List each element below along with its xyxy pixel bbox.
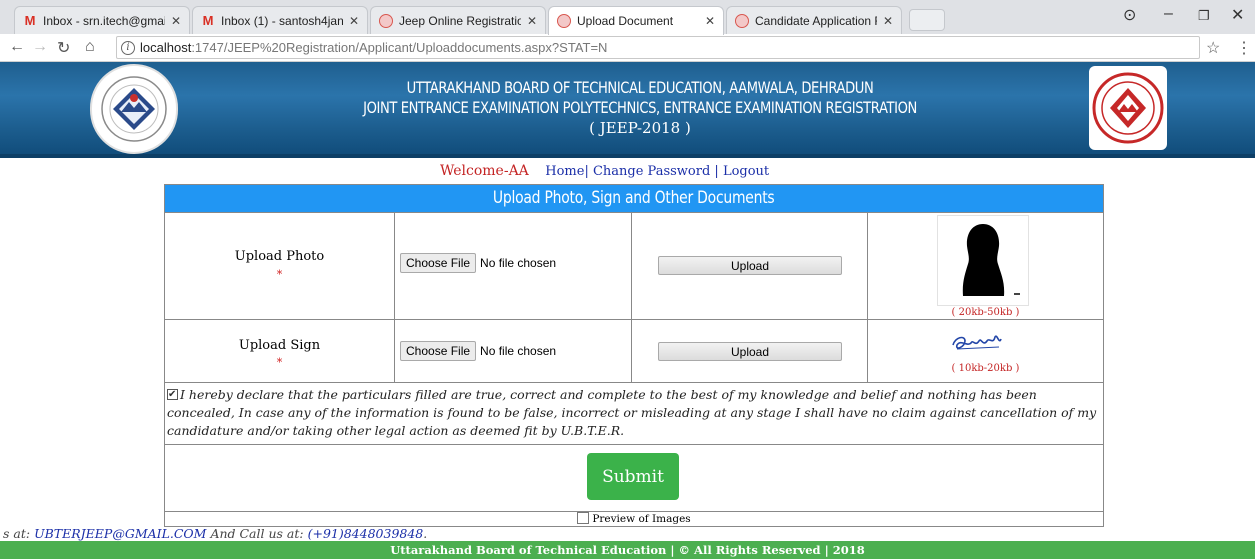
- submit-row: Submit: [165, 444, 1103, 511]
- new-tab-button[interactable]: [909, 9, 945, 31]
- photo-size-note: ( 20kb-50kb ): [951, 307, 1020, 318]
- url-host: localhost: [140, 40, 192, 55]
- seal-icon: [379, 13, 393, 28]
- state-emblem-logo: [90, 64, 178, 154]
- browser-tab-strip: M Inbox - srn.itech@gmail.c ✕ M Inbox (1…: [0, 0, 1255, 35]
- upload-sign-row: Upload Sign * Choose File No file chosen…: [165, 319, 1103, 382]
- restore-icon[interactable]: ❐: [1198, 8, 1210, 24]
- close-icon[interactable]: ✕: [349, 14, 359, 28]
- board-seal-logo: [1089, 66, 1167, 150]
- close-icon[interactable]: ✕: [883, 14, 893, 28]
- upload-photo-label: Upload Photo: [234, 249, 325, 264]
- url-path: :1747/JEEP%20Registration/Applicant/Uplo…: [191, 40, 608, 55]
- photo-preview-image: [937, 215, 1029, 306]
- photo-file-status: No file chosen: [480, 256, 557, 270]
- declaration-checkbox[interactable]: [167, 386, 178, 404]
- exam-year: ( JEEP-2018 ): [589, 119, 691, 137]
- forward-arrow-icon[interactable]: →: [32, 38, 48, 56]
- welcome-nav: Welcome-AA Home| Change Password | Logou…: [440, 163, 770, 179]
- browser-tab-gmail-2[interactable]: M Inbox (1) - santosh4jan9 ✕: [192, 6, 368, 34]
- window-close-icon[interactable]: ✕: [1231, 5, 1244, 25]
- menu-dots-icon[interactable]: ⋮: [1236, 38, 1252, 58]
- close-icon[interactable]: ✕: [705, 14, 715, 28]
- sign-choose-file-button[interactable]: Choose File: [400, 341, 477, 361]
- form-title: Upload Photo, Sign and Other Documents: [165, 185, 1103, 212]
- back-arrow-icon[interactable]: ←: [9, 38, 25, 56]
- sign-size-note: ( 10kb-20kb ): [951, 363, 1020, 374]
- home-icon[interactable]: ⌂: [85, 38, 95, 56]
- logout-link[interactable]: Logout: [723, 164, 769, 179]
- profile-icon[interactable]: ⊙: [1123, 5, 1136, 25]
- submit-button[interactable]: Submit: [587, 453, 679, 500]
- address-bar: ← → ↻ ⌂ i localhost:1747/JEEP%20Registra…: [0, 34, 1255, 62]
- site-banner: UTTARAKHAND BOARD OF TECHNICAL EDUCATION…: [0, 62, 1255, 158]
- sign-preview-image: [937, 323, 1029, 361]
- preview-images-checkbox[interactable]: [577, 512, 590, 524]
- gmail-icon: M: [24, 13, 36, 28]
- close-icon[interactable]: ✕: [171, 14, 181, 28]
- sign-file-input[interactable]: Choose File No file chosen: [400, 341, 556, 361]
- preview-row: Preview of Images: [165, 511, 1103, 526]
- contact-email[interactable]: UBTERJEEP@GMAIL.COM: [34, 526, 206, 541]
- page-footer: Uttarakhand Board of Technical Education…: [0, 541, 1255, 559]
- required-marker: *: [276, 268, 283, 281]
- url-input[interactable]: i localhost:1747/JEEP%20Registration/App…: [116, 36, 1200, 59]
- welcome-text: Welcome-AA: [440, 163, 529, 179]
- seal-icon: [557, 14, 571, 28]
- required-marker: *: [276, 356, 283, 369]
- home-link[interactable]: Home: [545, 164, 584, 179]
- info-icon[interactable]: i: [121, 40, 135, 55]
- photo-file-input[interactable]: Choose File No file chosen: [400, 253, 556, 273]
- reload-icon[interactable]: ↻: [57, 38, 70, 58]
- photo-upload-button[interactable]: Upload: [658, 256, 842, 275]
- declaration-text: I hereby declare that the particulars fi…: [167, 387, 1097, 438]
- browser-tab-jeep-registration[interactable]: Jeep Online Registration ✕: [370, 6, 546, 34]
- sign-upload-button[interactable]: Upload: [658, 342, 842, 361]
- gmail-icon: M: [202, 13, 214, 28]
- exam-name: JOINT ENTRANCE EXAMINATION POLYTECHNICS,…: [363, 98, 917, 117]
- contact-line: s at: UBTERJEEP@GMAIL.COM And Call us at…: [3, 526, 428, 541]
- browser-tab-upload-document[interactable]: Upload Document ✕: [548, 6, 724, 35]
- upload-photo-row: Upload Photo * Choose File No file chose…: [165, 212, 1103, 319]
- minimize-icon[interactable]: –: [1164, 5, 1173, 23]
- close-icon[interactable]: ✕: [527, 14, 537, 28]
- star-icon[interactable]: ☆: [1206, 38, 1220, 57]
- preview-images-label: Preview of Images: [592, 513, 691, 525]
- change-password-link[interactable]: Change Password: [593, 164, 710, 179]
- banner-heading: UTTARAKHAND BOARD OF TECHNICAL EDUCATION…: [300, 78, 980, 138]
- sign-file-status: No file chosen: [480, 344, 557, 358]
- browser-tab-gmail-1[interactable]: M Inbox - srn.itech@gmail.c ✕: [14, 6, 190, 34]
- upload-sign-label: Upload Sign: [238, 338, 321, 353]
- contact-phone: (+91)8448039848: [307, 526, 424, 541]
- declaration-row: I hereby declare that the particulars fi…: [165, 382, 1103, 444]
- browser-tab-candidate-application[interactable]: Candidate Application Fo ✕: [726, 6, 902, 34]
- upload-form: Upload Photo, Sign and Other Documents U…: [164, 184, 1104, 527]
- seal-icon: [735, 13, 749, 28]
- photo-choose-file-button[interactable]: Choose File: [400, 253, 477, 273]
- board-name: UTTARAKHAND BOARD OF TECHNICAL EDUCATION…: [406, 78, 874, 97]
